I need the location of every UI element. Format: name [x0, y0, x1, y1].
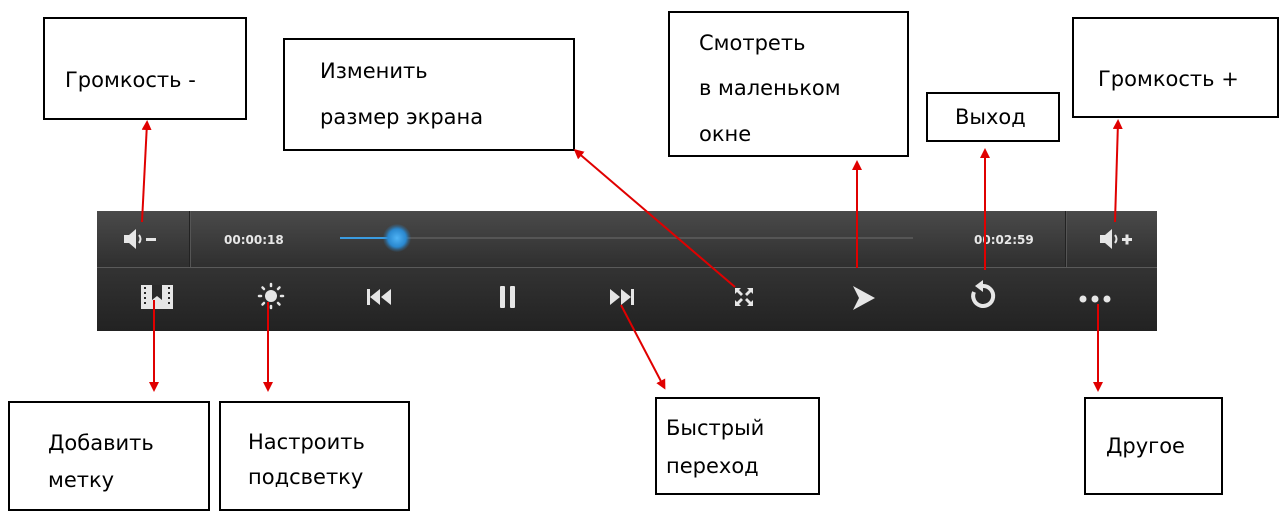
arrow-volume-down [141, 120, 152, 223]
arrow-resize-screen [573, 149, 736, 288]
arrow-fast-transition [620, 304, 666, 390]
arrow-volume-up [1112, 119, 1123, 223]
callout-arrows [141, 119, 1123, 392]
